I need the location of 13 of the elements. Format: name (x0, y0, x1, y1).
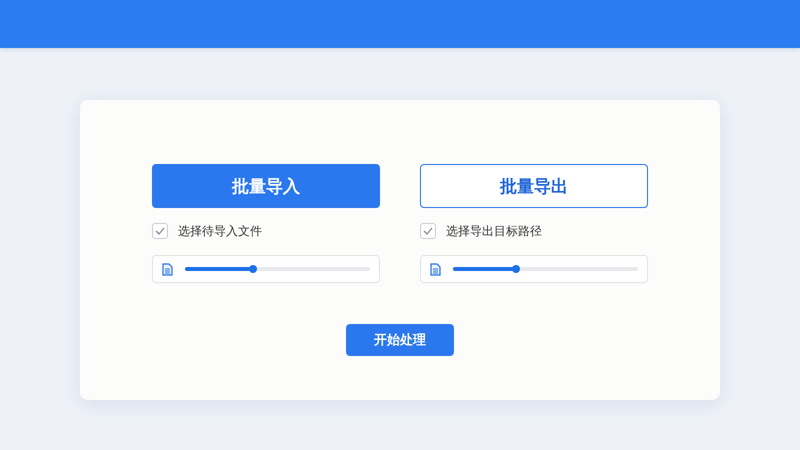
document-icon (430, 262, 441, 276)
option-label: 选择待导入文件 (178, 222, 262, 240)
checkbox[interactable] (152, 223, 168, 239)
option-label: 选择导出目标路径 (446, 222, 542, 240)
start-button[interactable]: 开始处理 (346, 324, 454, 356)
checkbox[interactable] (420, 223, 436, 239)
document-icon (162, 262, 173, 276)
check-icon (155, 227, 165, 235)
action-button[interactable]: 批量导出 (420, 164, 648, 208)
slider[interactable] (185, 267, 370, 271)
action-button[interactable]: 批量导入 (152, 164, 380, 208)
check-icon (423, 227, 433, 235)
slider[interactable] (453, 267, 638, 271)
